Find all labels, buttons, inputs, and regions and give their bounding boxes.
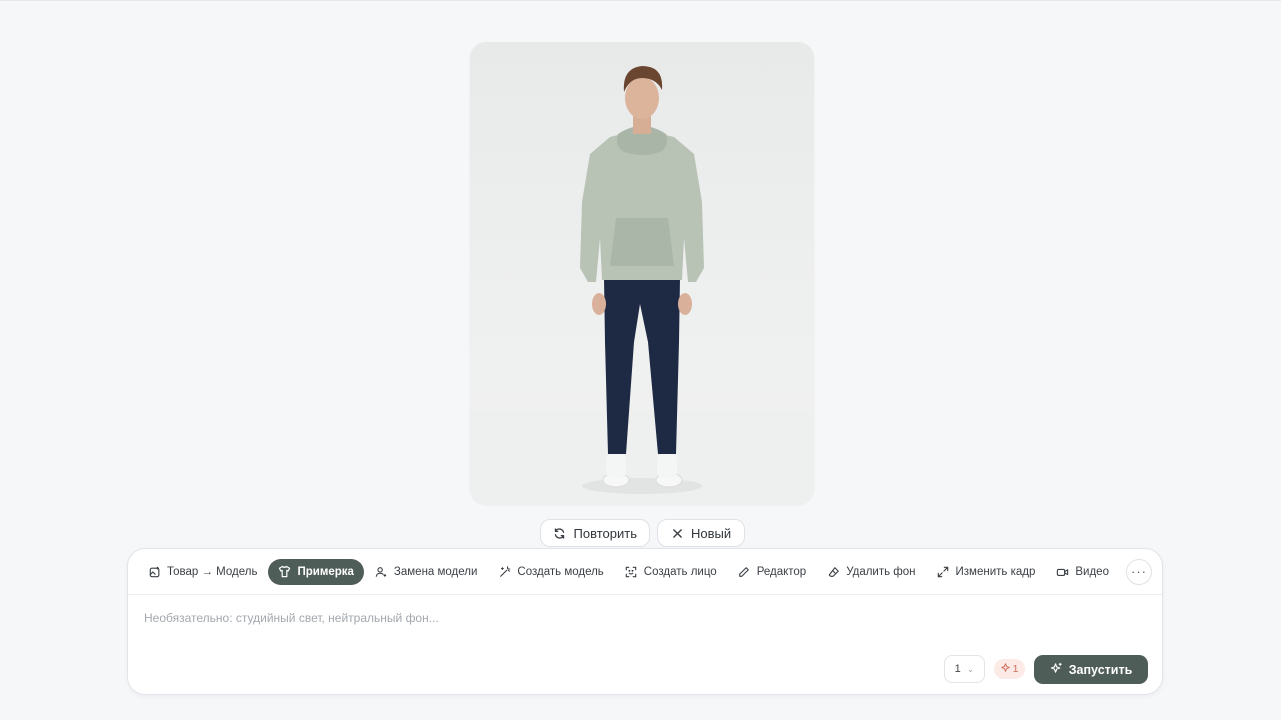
- composer-panel: Товар → Модель Примерка Замена модели Со…: [127, 548, 1163, 695]
- credit-cost-value: 1: [1012, 663, 1019, 675]
- new-button[interactable]: Новый: [657, 519, 745, 547]
- more-icon: ···: [1130, 564, 1147, 579]
- top-divider: [0, 0, 1281, 1]
- new-label: Новый: [691, 525, 732, 541]
- run-label: Запустить: [1068, 662, 1133, 677]
- shirt-icon: [278, 565, 291, 578]
- tool-label: Товар → Модель: [167, 565, 258, 578]
- tool-create-model[interactable]: Создать модель: [488, 559, 613, 585]
- pencil-icon: [738, 565, 751, 578]
- image-plus-icon: [148, 565, 161, 578]
- face-scan-icon: [625, 565, 638, 578]
- tool-editor[interactable]: Редактор: [728, 559, 817, 585]
- tool-label: Замена модели: [393, 565, 478, 578]
- magic-wand-icon: [498, 565, 511, 578]
- refresh-icon: [553, 526, 567, 540]
- tool-create-face[interactable]: Создать лицо: [615, 559, 727, 585]
- tool-replace-model[interactable]: Замена модели: [365, 559, 488, 585]
- credit-icon: [1000, 663, 1010, 675]
- credit-cost-badge: 1: [994, 659, 1025, 679]
- more-tools-button[interactable]: ···: [1125, 558, 1152, 585]
- tool-remove-background[interactable]: Удалить фон: [817, 559, 925, 585]
- tool-label: Примерка: [297, 565, 354, 578]
- prompt-input[interactable]: [142, 607, 1146, 629]
- tool-video[interactable]: Видео: [1046, 559, 1119, 585]
- tool-label: Создать лицо: [643, 565, 717, 578]
- tool-label: Изменить кадр: [955, 565, 1036, 578]
- user-swap-icon: [375, 565, 388, 578]
- retry-label: Повторить: [573, 525, 637, 541]
- sparkles-icon: [1050, 662, 1063, 678]
- close-icon: [670, 526, 684, 540]
- tool-change-frame[interactable]: Изменить кадр: [927, 559, 1046, 585]
- video-icon: [1056, 565, 1069, 578]
- retry-button[interactable]: Повторить: [540, 519, 650, 547]
- run-button[interactable]: Запустить: [1034, 655, 1148, 684]
- expand-icon: [937, 565, 950, 578]
- mode-toolbar: Товар → Модель Примерка Замена модели Со…: [128, 549, 1162, 595]
- tool-label: Редактор: [756, 565, 807, 578]
- tool-label: Видео: [1075, 565, 1109, 578]
- image-count-select[interactable]: 1 ⌄: [944, 655, 985, 683]
- image-count-value: 1: [954, 663, 961, 675]
- tool-label: Создать модель: [517, 565, 604, 578]
- tool-label: Удалить фон: [846, 565, 916, 578]
- chevron-down-icon: ⌄: [966, 663, 975, 674]
- tool-product-to-model[interactable]: Товар → Модель: [138, 559, 267, 585]
- tool-try-on[interactable]: Примерка: [268, 558, 364, 585]
- eraser-icon: [827, 565, 840, 578]
- result-image: [470, 42, 814, 504]
